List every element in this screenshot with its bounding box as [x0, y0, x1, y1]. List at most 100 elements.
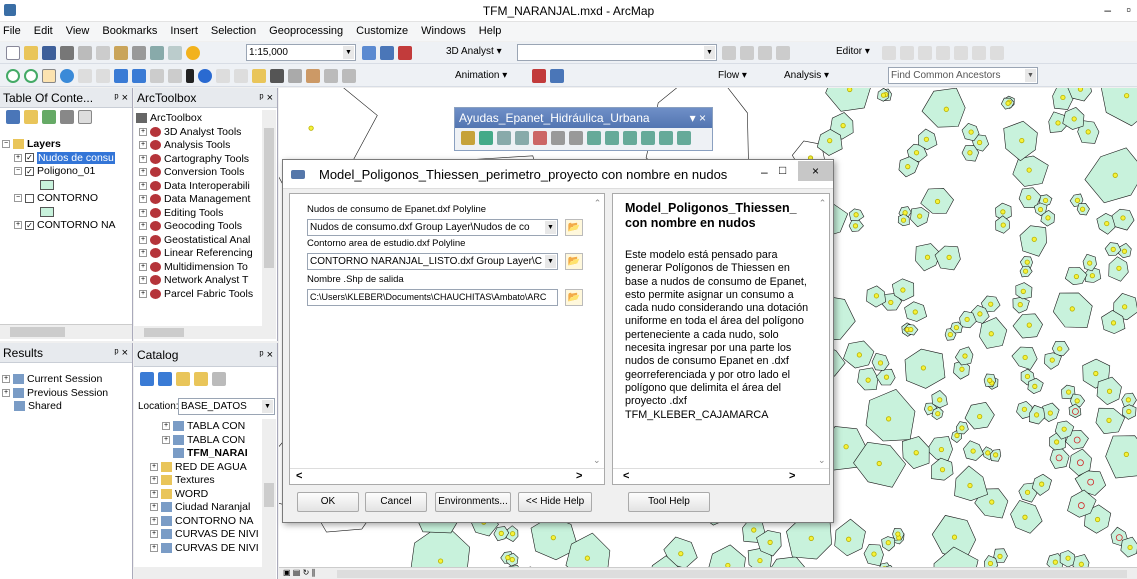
ayudas-tool-6-icon[interactable]	[551, 131, 565, 145]
tool-help-button[interactable]: Tool Help	[628, 492, 710, 512]
output-shp-input[interactable]: C:\Users\KLEBER\Documents\CHAUCHITAS\Amb…	[307, 289, 558, 306]
editor-menu[interactable]: Editor ▾	[836, 46, 870, 57]
help-hscrollbar[interactable]: < >	[613, 468, 829, 484]
browse-folder-icon[interactable]: 📂	[565, 253, 583, 270]
clear-selection-icon[interactable]	[168, 69, 182, 83]
menu-geoprocessing[interactable]: Geoprocessing	[269, 22, 343, 41]
catalog-item[interactable]: + CURVAS DE NIVI	[136, 542, 260, 556]
menu-customize[interactable]: Customize	[356, 22, 408, 41]
table-window-icon[interactable]	[380, 46, 394, 60]
catalog-hscrollbar[interactable]	[134, 567, 276, 579]
cancel-button[interactable]: Cancel	[365, 492, 427, 512]
ayudas-tool-2-icon[interactable]	[479, 131, 493, 145]
toc-layer-3[interactable]: + ✓ CONTORNO NA	[2, 219, 116, 233]
fixed-zoom-in-icon[interactable]	[78, 69, 92, 83]
new-icon[interactable]	[6, 46, 20, 60]
menu-bookmarks[interactable]: Bookmarks	[102, 22, 157, 41]
flow-menu[interactable]: Flow ▾	[718, 70, 747, 81]
toc-layer-0[interactable]: + ✓ Nudos de consu	[2, 151, 116, 166]
home-icon[interactable]	[176, 372, 190, 386]
browse-folder-icon[interactable]: 📂	[565, 289, 583, 306]
scale-input[interactable]: 1:15,000 ▼	[246, 44, 356, 61]
catalog-item[interactable]: + RED DE AGUA	[136, 461, 260, 475]
contorno-input[interactable]: CONTORNO NARANJAL_LISTO.dxf Group Layer\…	[307, 253, 558, 270]
ayudas-tool-3-icon[interactable]	[497, 131, 511, 145]
zoom-out-icon[interactable]	[24, 69, 38, 83]
copy-icon[interactable]	[96, 46, 110, 60]
ayudas-tool-12-icon[interactable]	[659, 131, 673, 145]
catalog-item[interactable]: + CURVAS DE NIVI	[136, 528, 260, 542]
nodes-input[interactable]: Nudos de consumo.dxf Group Layer\Nudos d…	[307, 219, 558, 236]
help-vscrollbar[interactable]: ⌃ ⌄	[816, 198, 829, 466]
go-to-xy-icon[interactable]	[306, 69, 320, 83]
select-features-icon[interactable]	[150, 69, 164, 83]
pin-close-icon[interactable]: ᵖ ×	[114, 343, 128, 363]
layer-visibility-checkbox[interactable]	[25, 193, 34, 203]
catalog-item[interactable]: + WORD	[136, 488, 260, 502]
menu-windows[interactable]: Windows	[421, 22, 466, 41]
menu-insert[interactable]: Insert	[170, 22, 198, 41]
layer-visibility-checkbox[interactable]: ✓	[25, 220, 34, 230]
toc-layer-1[interactable]: − ✓ Poligono_01	[2, 165, 116, 179]
toolbox-item[interactable]: + Multidimension To	[136, 261, 263, 275]
location-select[interactable]: BASE_DATOS ▼	[178, 398, 275, 415]
toc-layers-group[interactable]: − Layers	[2, 138, 116, 152]
print-icon[interactable]	[60, 46, 74, 60]
list-by-source-icon[interactable]	[24, 110, 38, 124]
list-by-drawing-order-icon[interactable]	[6, 110, 20, 124]
catalog-vscrollbar[interactable]	[262, 419, 276, 567]
options-icon[interactable]	[78, 110, 92, 124]
add-data-icon[interactable]	[186, 46, 200, 60]
restore-button[interactable]: ▫	[1126, 2, 1131, 17]
catalog-item[interactable]: + Textures	[136, 474, 260, 488]
hide-help-button[interactable]: << Hide Help	[518, 492, 592, 512]
identify-icon[interactable]	[198, 69, 212, 83]
ayudas-tool-4-icon[interactable]	[515, 131, 529, 145]
dialog-close-button[interactable]: ×	[798, 161, 833, 181]
ayudas-tool-11-icon[interactable]	[641, 131, 655, 145]
catalog-item[interactable]: + TABLA CON	[136, 434, 260, 448]
layer-visibility-checkbox[interactable]: ✓	[25, 153, 34, 163]
find-icon[interactable]	[270, 69, 284, 83]
3d-analyst-menu[interactable]: 3D Analyst ▾	[446, 46, 502, 57]
pin-close-icon[interactable]: ᵖ ×	[259, 343, 273, 367]
animation-menu[interactable]: Animation ▾	[455, 70, 507, 81]
menu-help[interactable]: Help	[479, 22, 502, 41]
ayudas-tool-5-icon[interactable]	[533, 131, 547, 145]
editor-toolbar-icon[interactable]	[362, 46, 376, 60]
ayudas-close-icon[interactable]: ▾ ×	[690, 108, 706, 128]
minimize-button[interactable]: –	[1104, 3, 1111, 17]
redo-icon[interactable]	[168, 46, 182, 60]
results-current-session[interactable]: + Current Session	[2, 373, 108, 387]
environments-button[interactable]: Environments...	[435, 492, 511, 512]
delete-icon[interactable]	[132, 46, 146, 60]
open-icon[interactable]	[24, 46, 38, 60]
list-by-visibility-icon[interactable]	[42, 110, 56, 124]
toolbox-item[interactable]: + Geostatistical Anal	[136, 234, 263, 248]
catalog-item[interactable]: + CONTORNO NA	[136, 515, 260, 529]
parameters-vscrollbar[interactable]: ⌃ ⌄	[591, 198, 604, 466]
hyperlink-icon[interactable]	[216, 69, 230, 83]
toolbox-item[interactable]: + Network Analyst T	[136, 274, 263, 288]
animation-controls-icon[interactable]	[532, 69, 546, 83]
capture-view-icon[interactable]	[550, 69, 564, 83]
create-viewer-icon[interactable]	[342, 69, 356, 83]
dialog-maximize-button[interactable]: □	[779, 163, 786, 177]
analysis-menu[interactable]: Analysis ▾	[784, 70, 829, 81]
layout-view-icon[interactable]: ▣ ▤ ↻ ∥	[283, 568, 316, 577]
toolbox-item[interactable]: +3D Analyst Tools	[136, 126, 263, 140]
map-hscrollbar[interactable]	[337, 570, 1127, 578]
browse-folder-icon[interactable]: 📂	[565, 219, 583, 236]
menu-selection[interactable]: Selection	[211, 22, 256, 41]
toc-hscrollbar[interactable]	[0, 324, 132, 339]
catalog-item[interactable]: + Ciudad Naranjal	[136, 501, 260, 515]
connect-folder-icon[interactable]	[212, 372, 226, 386]
menu-edit[interactable]: Edit	[34, 22, 53, 41]
parameters-hscrollbar[interactable]: < >	[290, 468, 604, 484]
toolbox-item[interactable]: + Geocoding Tools	[136, 220, 263, 234]
arctoolbox-hscrollbar[interactable]	[134, 326, 276, 339]
menu-file[interactable]: File	[3, 22, 21, 41]
toolbox-item[interactable]: + Conversion Tools	[136, 166, 263, 180]
toolbox-item[interactable]: + Cartography Tools	[136, 153, 263, 167]
arctoolbox-vscrollbar[interactable]	[262, 110, 276, 327]
